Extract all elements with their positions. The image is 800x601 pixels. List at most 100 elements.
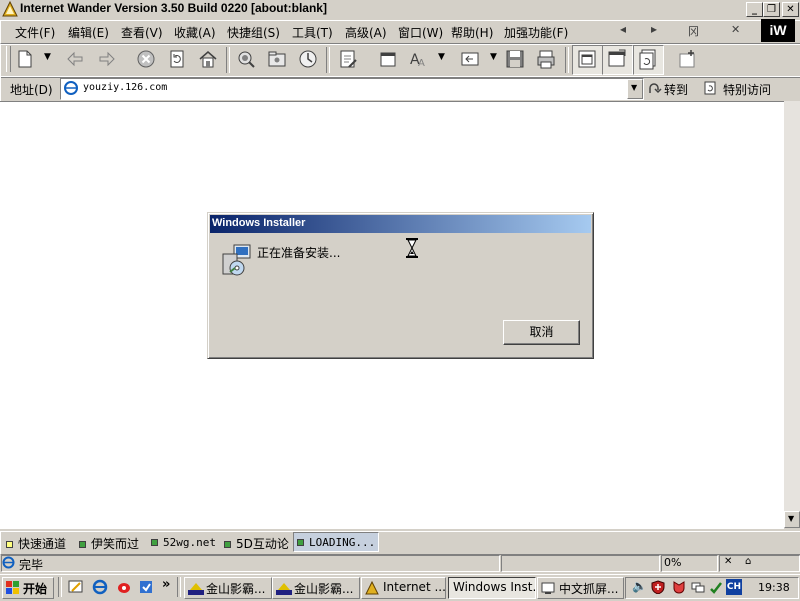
internet-wander-icon [365, 581, 379, 595]
taskbar-task[interactable]: 中文抓屏... [537, 577, 624, 599]
link-label: 5D互动论 [236, 537, 289, 551]
font-size-icon[interactable]: AA [407, 48, 429, 70]
font-dropdown-icon[interactable]: ▼ [438, 52, 445, 62]
link-item-loading[interactable]: LOADING... [297, 535, 375, 549]
address-dropdown-button[interactable]: ▼ [627, 79, 643, 99]
menu-view[interactable]: 查看(V) [121, 24, 163, 41]
messenger-quicklaunch-icon[interactable] [138, 579, 154, 595]
address-value[interactable]: youziy.126.com [83, 82, 167, 93]
link-item[interactable]: 52wg.net [151, 535, 216, 549]
link-label: 52wg.net [163, 536, 216, 549]
status-text: 完毕 [19, 558, 44, 572]
minimize-button[interactable]: _ [746, 2, 763, 17]
link-marker-icon [151, 539, 158, 546]
update-icon[interactable] [709, 580, 723, 594]
new-page-icon[interactable] [14, 48, 36, 70]
taskbar-task[interactable]: Internet ... [361, 577, 446, 599]
show-desktop-icon[interactable] [68, 579, 84, 595]
windows-logo-icon [6, 581, 19, 594]
status-close-icon[interactable]: ✕ [724, 556, 732, 567]
link-marker-icon [224, 541, 231, 548]
taskbar-separator [58, 577, 62, 597]
special-visit-button[interactable]: 特别访问 [723, 81, 771, 98]
forward-arrow-icon[interactable] [96, 48, 118, 70]
back-arrow-icon[interactable] [64, 48, 86, 70]
toolbar-separator [326, 47, 330, 73]
scroll-down-icon: ▼ [788, 514, 795, 523]
window-title: Internet Wander Version 3.50 Build 0220 … [20, 1, 327, 15]
link-item[interactable]: 5D互动论 [224, 535, 289, 552]
go-button[interactable]: 转到 [664, 81, 688, 98]
restore-button[interactable]: ❐ [763, 2, 780, 17]
vertical-scrollbar[interactable]: ▼ [784, 101, 800, 528]
menu-close-icon[interactable]: ✕ [731, 23, 740, 36]
taskbar-task[interactable]: 金山影霸... [184, 577, 272, 599]
maximize-window-icon [608, 49, 626, 67]
weibo-quicklaunch-icon[interactable] [116, 579, 132, 595]
edit-page-icon[interactable] [337, 48, 359, 70]
taskbar-task[interactable]: 金山影霸... [272, 577, 360, 599]
import-dropdown-icon[interactable]: ▼ [490, 52, 497, 62]
status-text-cell [1, 555, 500, 572]
page-ie-icon [2, 556, 15, 569]
menu-enhancements[interactable]: 加强功能(F) [504, 24, 568, 41]
menu-shortcut-groups[interactable]: 快捷组(S) [227, 24, 280, 41]
link-item[interactable]: 快速通道 [6, 535, 66, 552]
toolbar-separator [565, 47, 569, 73]
link-marker-icon [79, 541, 86, 548]
clock[interactable]: 19:38 [758, 581, 790, 594]
antivirus-icon[interactable] [672, 580, 686, 594]
start-label: 开始 [23, 582, 48, 596]
search-icon[interactable] [235, 48, 257, 70]
task-label: Windows Inst... [453, 580, 536, 594]
security-shield-icon[interactable] [651, 580, 665, 594]
special-visit-icon[interactable] [702, 80, 718, 96]
close-button[interactable]: ✕ [782, 2, 799, 17]
toolbar-grip[interactable] [6, 46, 11, 72]
import-icon[interactable] [459, 48, 481, 70]
input-method-indicator[interactable]: CH [726, 579, 742, 595]
menu-favorites[interactable]: 收藏(A) [174, 24, 216, 41]
chevron-down-icon: ▼ [631, 83, 638, 92]
cascade-window-icon [578, 50, 596, 68]
menu-advanced[interactable]: 高级(A) [345, 24, 387, 41]
refresh-all-icon [639, 49, 656, 70]
favorites-folder-icon[interactable] [266, 48, 288, 70]
link-item[interactable]: 伊笑而过 [79, 535, 139, 552]
menu-help[interactable]: 帮助(H) [451, 24, 493, 41]
start-button[interactable]: 开始 [2, 577, 54, 599]
installer-icon [222, 244, 251, 276]
taskbar-task-active[interactable]: Windows Inst... [448, 577, 536, 599]
go-arrow-icon[interactable] [647, 80, 663, 96]
dialog-title: Windows Installer [212, 217, 306, 229]
ie-quicklaunch-icon[interactable] [92, 579, 108, 595]
menu-edit[interactable]: 编辑(E) [68, 24, 109, 41]
menu-file[interactable]: 文件(F) [15, 24, 55, 41]
cancel-button[interactable]: 取消 [503, 320, 580, 345]
link-label: 伊笑而过 [91, 537, 140, 551]
page-ie-icon [64, 81, 78, 95]
refresh-icon[interactable] [166, 48, 188, 70]
screen-capture-icon [541, 582, 555, 594]
volume-icon[interactable]: 🔈 [632, 579, 647, 593]
home-icon[interactable] [197, 48, 219, 70]
new-dropdown-icon[interactable]: ▼ [44, 52, 51, 62]
print-icon[interactable] [535, 48, 557, 70]
quicklaunch-more-icon[interactable]: » [162, 577, 170, 592]
menu-scroll-left-icon[interactable]: ◂ [620, 22, 626, 36]
media-player-icon [276, 583, 292, 595]
save-icon[interactable] [504, 48, 526, 70]
open-window-icon[interactable] [377, 48, 399, 70]
menu-window[interactable]: 窗口(W) [398, 24, 443, 41]
history-icon[interactable] [297, 48, 319, 70]
add-favorite-icon[interactable] [676, 48, 698, 70]
scroll-down-button[interactable]: ▼ [784, 511, 800, 528]
stop-icon[interactable] [135, 48, 157, 70]
menu-tools[interactable]: 工具(T) [292, 24, 333, 41]
menu-scroll-right-icon[interactable]: ▸ [651, 22, 657, 36]
tile-windows-icon[interactable]: 冈 [688, 23, 699, 39]
svg-text:A: A [418, 58, 425, 69]
taskbar-separator [177, 577, 181, 597]
network-icon[interactable] [691, 580, 705, 594]
task-label: 金山影霸... [206, 582, 266, 596]
